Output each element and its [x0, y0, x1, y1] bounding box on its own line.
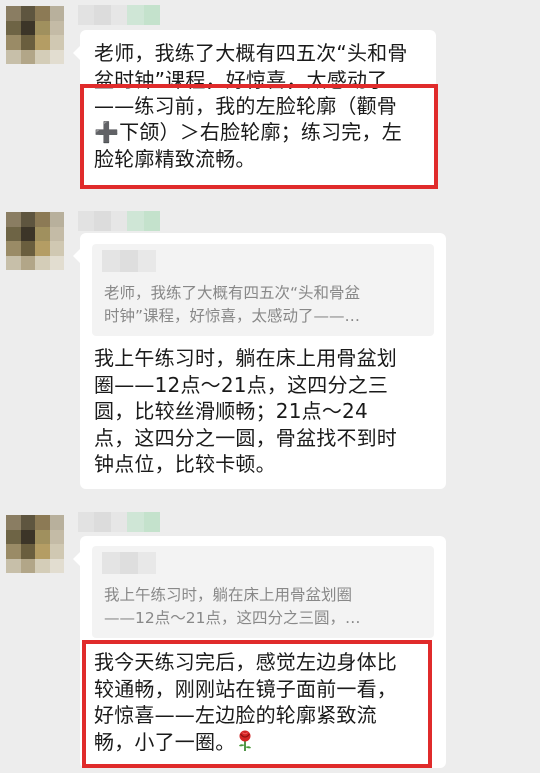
text-line: 圆，比较丝滑顺畅；21点～24 [94, 399, 368, 423]
text-line: 老师，我练了大概有四五次“头和骨 [94, 41, 408, 65]
avatar[interactable] [6, 212, 64, 270]
avatar[interactable] [6, 515, 64, 573]
quoted-text-line: ——12点～21点，这四分之三圆，… [104, 609, 361, 627]
text-line: 点，这四分之一圆，骨盆找不到时 [94, 425, 397, 450]
sender-name [78, 5, 161, 25]
text-line: 钟点位，比较卡顿。 [94, 452, 276, 476]
message-bubble[interactable]: 老师，我练了大概有四五次“头和骨盆 时钟”课程，好惊喜，太感动了——… 我上午练… [73, 233, 446, 490]
text-line: 我上午练习时，躺在床上用骨盆划 [94, 346, 397, 370]
highlight-box [82, 640, 432, 768]
sender-name [78, 211, 161, 231]
quoted-sender-name [102, 552, 156, 574]
message-text: 我上午练习时，躺在床上用骨盆划 圈——12点～21点，这四分之三 圆，比较丝滑顺… [80, 333, 409, 490]
avatar[interactable] [6, 6, 64, 64]
highlight-box [80, 84, 438, 189]
quoted-message[interactable]: 我上午练习时，躺在床上用骨盆划圈 ——12点～21点，这四分之三圆，… [92, 546, 434, 638]
sender-name [78, 512, 161, 532]
quoted-text: 老师，我练了大概有四五次“头和骨盆 时钟”课程，好惊喜，太感动了——… [104, 282, 424, 328]
text-line: 圈——12点～21点，这四分之三 [94, 372, 389, 397]
quoted-text-line: 我上午练习时，躺在床上用骨盆划圈 [104, 586, 353, 604]
quoted-sender-name [102, 250, 156, 272]
quoted-text-line: 老师，我练了大概有四五次“头和骨盆 [104, 284, 361, 302]
quoted-message[interactable]: 老师，我练了大概有四五次“头和骨盆 时钟”课程，好惊喜，太感动了——… [92, 244, 434, 336]
quoted-text-line: 时钟”课程，好惊喜，太感动了——… [104, 307, 361, 325]
quoted-text: 我上午练习时，躺在床上用骨盆划圈 ——12点～21点，这四分之三圆，… [104, 584, 424, 630]
